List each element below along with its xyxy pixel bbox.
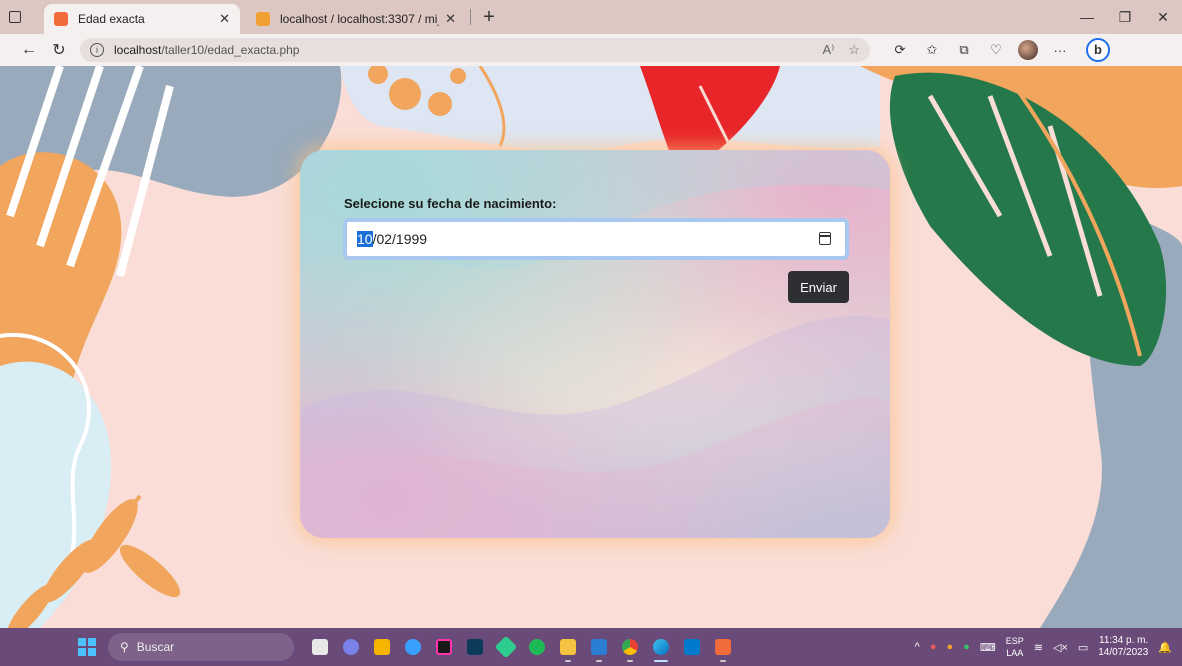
keyboard-icon[interactable]: ⌨ [980, 641, 996, 654]
back-icon[interactable]: ← [14, 41, 44, 59]
file-explorer-icon[interactable] [553, 632, 583, 662]
antivirus-icon[interactable]: ● [930, 641, 937, 653]
refresh-icon[interactable]: ↻ [44, 40, 74, 60]
microsoft-store-icon[interactable] [367, 632, 397, 662]
copilot-app-icon[interactable] [398, 632, 428, 662]
form-card: Selecione su fecha de nacimiento: 10/02/… [300, 150, 890, 538]
defender-icon[interactable]: ● [963, 641, 970, 653]
site-info-icon[interactable]: i [90, 43, 104, 57]
omnibox-actions: A⁾ ☆ [822, 42, 860, 58]
date-rest-segment[interactable]: /02/1999 [373, 231, 428, 247]
search-icon: ⚲ [120, 640, 129, 654]
wifi-icon[interactable]: ≋ [1034, 641, 1043, 654]
close-tab-icon[interactable]: ✕ [219, 11, 230, 27]
clock[interactable]: 11:34 p. m. 14/07/2023 [1098, 635, 1148, 659]
spotify-icon[interactable] [522, 632, 552, 662]
browser-tab-bar: Edad exacta ✕ localhost / localhost:3307… [0, 0, 1182, 34]
page-content: Selecione su fecha de nacimiento: 10/02/… [0, 66, 1182, 628]
birthdate-input[interactable]: 10/02/1999 [343, 218, 849, 260]
edge-icon[interactable] [646, 632, 676, 662]
submit-button[interactable]: Enviar [788, 271, 849, 303]
favorite-star-icon[interactable]: ☆ [848, 42, 860, 58]
pycharm-icon[interactable] [460, 632, 490, 662]
task-view-icon[interactable] [305, 632, 335, 662]
close-tab-icon[interactable]: ✕ [445, 11, 456, 27]
calendar-icon[interactable] [819, 232, 831, 245]
tab-actions-icon[interactable] [0, 0, 30, 34]
search-placeholder: Buscar [136, 640, 175, 654]
teams-chat-icon[interactable] [336, 632, 366, 662]
xampp-icon[interactable] [708, 632, 738, 662]
window-controls: — ❐ ✕ [1068, 9, 1182, 26]
lang-line1: ESP [1005, 636, 1024, 646]
read-aloud-icon[interactable]: A⁾ [822, 42, 834, 58]
extensions-icon[interactable]: ⟳ [884, 42, 916, 58]
profile-avatar[interactable] [1018, 40, 1038, 60]
url-path: /taller10/edad_exacta.php [161, 43, 300, 57]
tray-app-icon[interactable]: ● [947, 641, 954, 653]
word-icon[interactable] [584, 632, 614, 662]
clock-date: 14/07/2023 [1098, 647, 1149, 658]
browser-tools: ⟳ ✩ ⧉ ♡ ··· b [884, 38, 1110, 62]
birthdate-label: Selecione su fecha de nacimiento: [344, 196, 557, 211]
windows-taskbar: ⚲ Buscar ^ ● ● ● ⌨ ESP LAA ≋ ◁× ▭ 11:34 p… [0, 628, 1182, 666]
lang-line2: LAA [1006, 648, 1024, 658]
tab-separator [470, 9, 471, 25]
chrome-icon[interactable] [615, 632, 645, 662]
xampp-favicon-icon [54, 12, 68, 26]
address-bar[interactable]: i localhost/taller10/edad_exacta.php A⁾ … [80, 38, 870, 62]
tab-edad-exacta[interactable]: Edad exacta ✕ [44, 4, 240, 34]
taskbar-search[interactable]: ⚲ Buscar [108, 633, 294, 661]
favorites-icon[interactable]: ✩ [916, 42, 948, 58]
phpmyadmin-favicon-icon [256, 12, 270, 26]
tab-title: localhost / localhost:3307 / mi_p [280, 12, 440, 26]
clock-time: 11:34 p. m. [1099, 635, 1149, 646]
bing-copilot-icon[interactable]: b [1086, 38, 1110, 62]
language-indicator[interactable]: ESP LAA [1006, 635, 1024, 659]
minimize-icon[interactable]: — [1068, 9, 1106, 26]
collections-icon[interactable]: ⧉ [948, 42, 980, 58]
vscode-icon[interactable] [677, 632, 707, 662]
browser-toolbar: ← ↻ i localhost/taller10/edad_exacta.php… [0, 34, 1182, 66]
chevron-up-icon[interactable]: ^ [915, 641, 920, 653]
more-icon[interactable]: ··· [1044, 43, 1076, 58]
date-day-segment[interactable]: 10 [357, 231, 373, 247]
close-window-icon[interactable]: ✕ [1144, 9, 1182, 26]
url-host: localhost [114, 43, 162, 57]
restore-icon[interactable]: ❐ [1106, 9, 1144, 26]
notification-icon[interactable]: 🔔 [1158, 641, 1172, 654]
battery-icon[interactable]: ▭ [1078, 641, 1088, 654]
tab-title: Edad exacta [78, 12, 145, 26]
new-tab-icon[interactable]: + [477, 6, 501, 29]
volume-icon[interactable]: ◁× [1053, 641, 1068, 654]
git-kraken-icon[interactable] [491, 632, 521, 662]
system-tray: ^ ● ● ● ⌨ ESP LAA ≋ ◁× ▭ 11:34 p. m. 14/07… [915, 635, 1182, 659]
intellij-icon[interactable] [429, 632, 459, 662]
windows-start-icon[interactable] [78, 638, 96, 656]
taskbar-apps [304, 632, 738, 662]
performance-icon[interactable]: ♡ [980, 42, 1012, 58]
tab-phpmyadmin[interactable]: localhost / localhost:3307 / mi_p ✕ [246, 4, 466, 34]
